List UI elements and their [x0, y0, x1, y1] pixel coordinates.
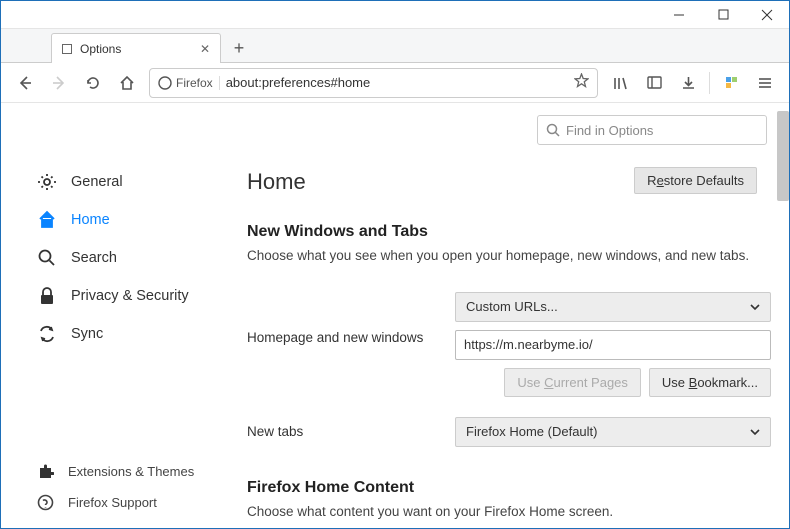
homepage-mode-select[interactable]: Custom URLs... — [455, 292, 771, 322]
sidebar-item-sync[interactable]: Sync — [37, 315, 219, 353]
downloads-button[interactable] — [672, 67, 704, 99]
tab-strip: Options ✕ + — [1, 29, 789, 63]
library-button[interactable] — [604, 67, 636, 99]
section-home-content-desc: Choose what content you want on your Fir… — [247, 503, 771, 522]
sidebar-item-search[interactable]: Search — [37, 239, 219, 277]
puzzle-icon — [724, 75, 739, 90]
puzzle-icon — [37, 463, 54, 480]
newtabs-select[interactable]: Firefox Home (Default) — [455, 417, 771, 447]
select-value: Custom URLs... — [466, 299, 558, 314]
prefs-main: Find in Options Home Restore Defaults Ne… — [219, 103, 789, 528]
arrow-left-icon — [16, 74, 34, 92]
chevron-down-icon — [750, 427, 760, 437]
sidebar-label: Firefox Support — [68, 495, 157, 510]
close-icon — [761, 9, 773, 21]
scrollbar-thumb[interactable] — [777, 111, 789, 201]
sidebar-item-support[interactable]: Firefox Support — [37, 487, 219, 518]
plus-icon: + — [234, 38, 245, 59]
lock-icon — [37, 286, 57, 306]
homepage-row: Homepage and new windows Custom URLs... … — [247, 292, 771, 397]
url-branding-text: Firefox — [176, 76, 213, 90]
select-value: Firefox Home (Default) — [466, 424, 597, 439]
sync-icon — [37, 324, 57, 344]
section-home-content-title: Firefox Home Content — [247, 479, 771, 497]
homepage-url-input[interactable] — [455, 330, 771, 360]
arrow-right-icon — [50, 74, 68, 92]
window-minimize-button[interactable] — [657, 1, 701, 29]
library-icon — [612, 75, 628, 91]
search-icon — [37, 248, 57, 268]
sidebar-item-home[interactable]: Home — [37, 201, 219, 239]
content-area: General Home Search Privacy & Security S… — [1, 103, 789, 528]
sidebar-button[interactable] — [638, 67, 670, 99]
hamburger-icon — [757, 75, 773, 91]
sidebar-label: Home — [71, 212, 110, 228]
use-current-pages-button[interactable]: Use Current Pages — [504, 368, 641, 397]
tab-favicon — [62, 44, 72, 54]
url-text: about:preferences#home — [226, 75, 568, 90]
home-button[interactable] — [111, 67, 143, 99]
prefs-search-input[interactable]: Find in Options — [537, 115, 767, 145]
newtabs-row: New tabs Firefox Home (Default) — [247, 417, 771, 447]
tab-title: Options — [80, 42, 192, 56]
chevron-down-icon — [750, 302, 760, 312]
search-placeholder: Find in Options — [566, 123, 653, 138]
sidebar-item-privacy[interactable]: Privacy & Security — [37, 277, 219, 315]
section-new-windows-title: New Windows and Tabs — [247, 223, 771, 241]
homepage-label: Homepage and new windows — [247, 292, 455, 345]
search-icon — [546, 123, 560, 137]
newtabs-label: New tabs — [247, 424, 455, 439]
new-tab-button[interactable]: + — [225, 34, 253, 62]
maximize-icon — [718, 9, 729, 20]
reload-button[interactable] — [77, 67, 109, 99]
back-button[interactable] — [9, 67, 41, 99]
nav-toolbar: Firefox about:preferences#home — [1, 63, 789, 103]
app-menu-button[interactable] — [749, 67, 781, 99]
window-maximize-button[interactable] — [701, 1, 745, 29]
sidebar-label: General — [71, 174, 123, 190]
tab-close-icon[interactable]: ✕ — [200, 42, 210, 56]
restore-defaults-button[interactable]: Restore Defaults — [634, 167, 757, 194]
sidebar-item-general[interactable]: General — [37, 163, 219, 201]
prefs-sidebar: General Home Search Privacy & Security S… — [1, 103, 219, 528]
sidebar-item-extensions[interactable]: Extensions & Themes — [37, 456, 219, 487]
home-icon — [37, 210, 57, 230]
sidebar-label: Privacy & Security — [71, 288, 189, 304]
gear-icon — [37, 172, 57, 192]
sidebar-icon — [647, 75, 662, 90]
window-titlebar — [1, 1, 789, 29]
extension-button[interactable] — [715, 67, 747, 99]
sidebar-label: Search — [71, 250, 117, 266]
bookmark-star-button[interactable] — [574, 73, 589, 93]
tab-options[interactable]: Options ✕ — [51, 33, 221, 63]
star-icon — [574, 73, 589, 88]
sidebar-label: Sync — [71, 326, 103, 342]
home-icon — [119, 75, 135, 91]
section-new-windows-desc: Choose what you see when you open your h… — [247, 247, 771, 266]
download-icon — [681, 75, 696, 90]
minimize-icon — [673, 9, 685, 21]
url-bar[interactable]: Firefox about:preferences#home — [149, 68, 598, 98]
toolbar-separator — [709, 72, 710, 94]
forward-button[interactable] — [43, 67, 75, 99]
reload-icon — [85, 75, 101, 91]
sidebar-label: Extensions & Themes — [68, 464, 194, 479]
sidebar-footer: Extensions & Themes Firefox Support — [37, 456, 219, 518]
firefox-icon — [158, 76, 172, 90]
help-icon — [37, 494, 54, 511]
url-identity: Firefox — [158, 76, 220, 90]
use-bookmark-button[interactable]: Use Bookmark... — [649, 368, 771, 397]
window-close-button[interactable] — [745, 1, 789, 29]
